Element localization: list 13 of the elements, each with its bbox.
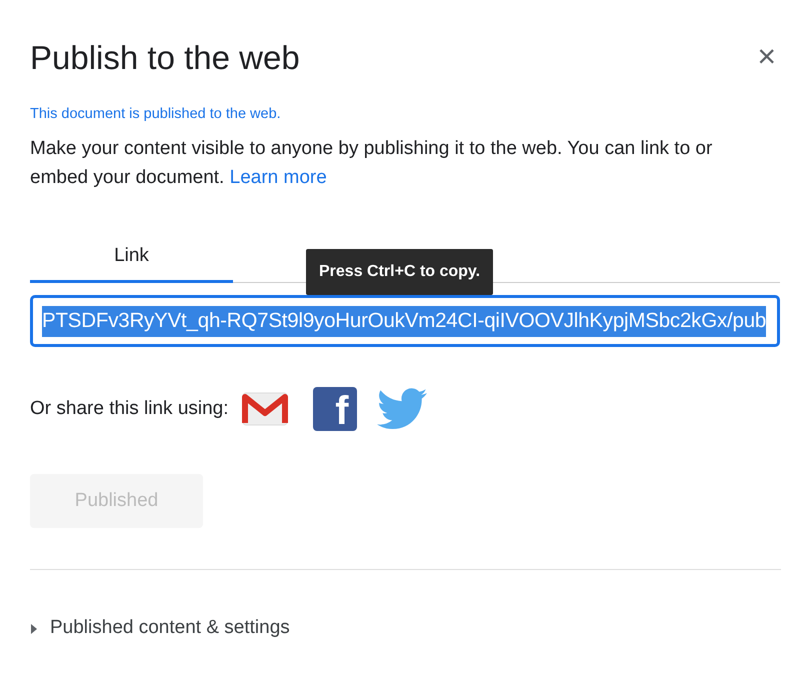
link-tab[interactable]: Link xyxy=(30,238,233,284)
caret-icon xyxy=(30,624,38,634)
learn-more-link[interactable]: Learn more xyxy=(230,166,327,188)
settings-toggle[interactable]: Published content & settings xyxy=(30,614,290,643)
description-text: Make your content visible to anyone by publishing it to the web. You can link to or embed your document. Learn more xyxy=(30,136,714,190)
link-field[interactable]: PTSDFv3RyYVt_qh-RQ7St9l9yoHurOukVm24CI-qiIVOOVJlhKypjMSbc2kGx/pub xyxy=(30,295,780,348)
status-message: This document is published to the web. xyxy=(30,105,282,124)
close-button[interactable]: × xyxy=(753,40,780,72)
mail-icon[interactable] xyxy=(240,391,289,428)
square-icon[interactable]: f xyxy=(312,387,357,432)
dialog-title: Publish to the web xyxy=(30,38,300,78)
share-label: Or share this link using: xyxy=(30,397,229,421)
tooltip: Press Ctrl+C to copy. xyxy=(306,249,494,296)
